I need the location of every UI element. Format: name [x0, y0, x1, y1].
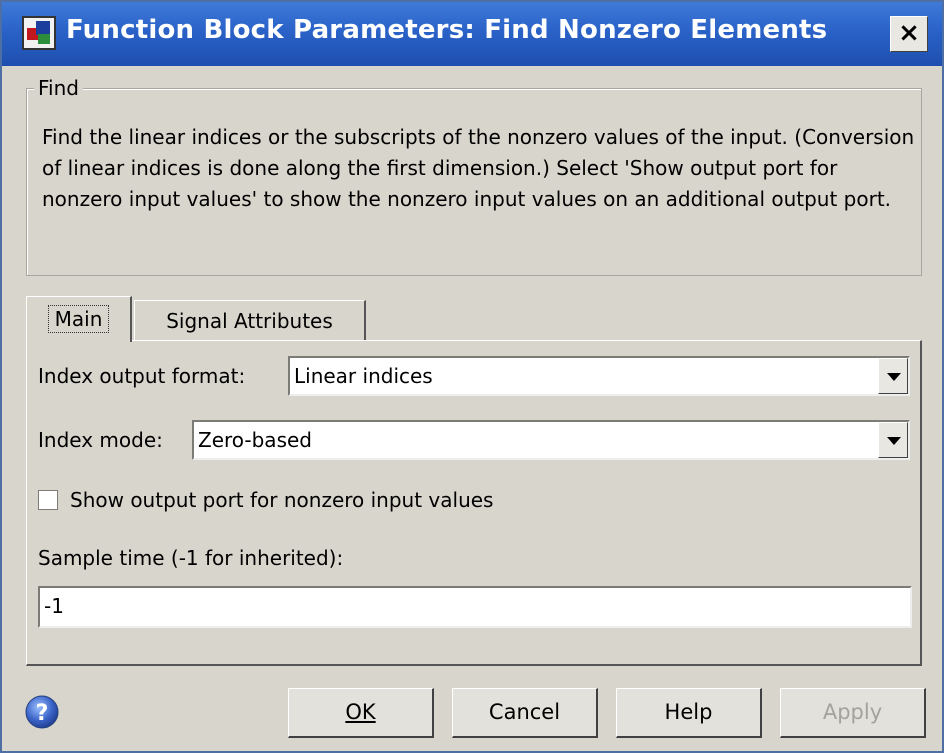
index-mode-select[interactable]: Zero-based: [192, 420, 910, 460]
dialog-window: Function Block Parameters: Find Nonzero …: [0, 0, 944, 753]
index-mode-value: Zero-based: [198, 428, 312, 452]
svg-text:?: ?: [36, 701, 49, 726]
title-bar[interactable]: Function Block Parameters: Find Nonzero …: [2, 2, 942, 66]
close-icon: ×: [898, 18, 920, 48]
chevron-down-icon[interactable]: [878, 358, 908, 394]
index-mode-label: Index mode:: [38, 428, 163, 452]
window-title: Function Block Parameters: Find Nonzero …: [66, 15, 828, 45]
simulink-block-icon: [22, 16, 56, 50]
apply-button-label: Apply: [822, 700, 883, 724]
close-button[interactable]: ×: [890, 16, 928, 52]
help-button-label: Help: [664, 700, 713, 724]
index-output-format-label: Index output format:: [38, 364, 246, 388]
show-output-port-label[interactable]: Show output port for nonzero input value…: [70, 488, 493, 512]
tab-main[interactable]: Main: [26, 296, 132, 342]
ok-button[interactable]: OK: [288, 688, 434, 738]
help-button[interactable]: Help: [616, 688, 762, 738]
index-output-format-select[interactable]: Linear indices: [288, 356, 910, 396]
sample-time-input[interactable]: -1: [38, 586, 912, 628]
cancel-button[interactable]: Cancel: [452, 688, 598, 738]
description-group-label: Find: [34, 76, 83, 100]
tab-main-label: Main: [47, 305, 110, 333]
description-text: Find the linear indices or the subscript…: [42, 125, 915, 211]
cancel-button-label: Cancel: [488, 700, 561, 724]
sample-time-value: -1: [44, 594, 64, 618]
chevron-down-icon[interactable]: [878, 422, 908, 458]
ok-button-label: OK: [345, 700, 376, 724]
apply-button[interactable]: Apply: [780, 688, 926, 738]
index-output-format-value: Linear indices: [294, 364, 433, 388]
sample-time-label: Sample time (-1 for inherited):: [38, 546, 344, 570]
tab-signal-attributes[interactable]: Signal Attributes: [134, 300, 366, 340]
show-output-port-checkbox[interactable]: [38, 490, 58, 510]
tab-signal-attributes-label: Signal Attributes: [166, 309, 333, 333]
help-question-icon[interactable]: ?: [24, 694, 60, 730]
